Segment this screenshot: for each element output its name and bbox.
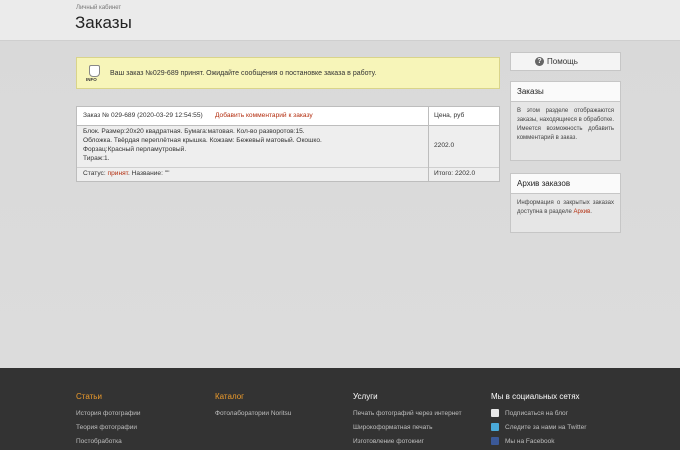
info-icon: INFO (86, 65, 102, 85)
notice-text: Ваш заказ №029-689 принят. Ожидайте сооб… (110, 70, 377, 77)
help-icon: ? (535, 57, 544, 67)
footer-heading: Каталог (215, 392, 245, 401)
add-comment-link[interactable]: Добавить комментарий к заказу (215, 112, 313, 119)
footer-heading: Услуги (353, 392, 378, 401)
archive-box-title: Архив заказов (511, 174, 620, 194)
footer-articles: Статьи История фотографии Теория фотогра… (76, 392, 141, 449)
order-status: Статус: принят. Название: "" (83, 170, 170, 177)
column-divider (428, 107, 429, 181)
footer-link[interactable]: Теория фотографии (76, 421, 141, 435)
help-label: Помощь (547, 57, 578, 66)
footer-heading: Статьи (76, 392, 102, 401)
page-title: Заказы (75, 13, 132, 32)
info-notice: INFO Ваш заказ №029-689 принят. Ожидайте… (76, 57, 500, 89)
footer-link-twitter[interactable]: Следите за нами на Twitter (491, 421, 586, 435)
archive-box-text: Информация о закрытых заказах доступна в… (517, 200, 614, 215)
help-button[interactable]: ? Помощь (510, 52, 621, 71)
detail-line: Тираж:1. (83, 155, 110, 162)
order-header-row: Заказ № 029-689 (2020-03-29 12:54:55) До… (77, 107, 499, 126)
footer-link-blog[interactable]: Подписаться на блог (491, 407, 586, 421)
orders-box-text: В этом разделе отображаются заказы, нахо… (517, 108, 614, 141)
archive-info-box: Архив заказов Информация о закрытых зака… (510, 173, 621, 233)
facebook-icon (491, 437, 499, 446)
twitter-icon (491, 423, 499, 432)
footer-link[interactable]: Печать фотографий через интернет (353, 407, 462, 421)
footer-link-facebook[interactable]: Мы на Facebook (491, 435, 586, 449)
order-table: Заказ № 029-689 (2020-03-29 12:54:55) До… (76, 106, 500, 182)
page-header: Личный кабинет Заказы (0, 0, 680, 41)
footer-link[interactable]: История фотографии (76, 407, 141, 421)
order-title: Заказ № 029-689 (2020-03-29 12:54:55) (83, 112, 203, 119)
footer-link[interactable]: Широкоформатная печать (353, 421, 462, 435)
orders-info-box: Заказы В этом разделе отображаются заказ… (510, 81, 621, 161)
blog-icon (491, 409, 499, 418)
price-header: Цена, руб (434, 112, 465, 119)
detail-line: Форзац:Красный перламутровый. (83, 146, 187, 153)
archive-link[interactable]: Архив (573, 209, 590, 215)
status-value: принят (107, 170, 128, 177)
detail-line: Блок. Размер:20х20 квадратная. Бумага:ма… (83, 128, 305, 135)
orders-box-title: Заказы (511, 82, 620, 102)
footer-social: Мы в социальных сетях Подписаться на бло… (491, 392, 586, 449)
footer-catalog: Каталог Фотолаборатории Noritsu (215, 392, 291, 421)
order-total: Итого: 2202.0 (434, 170, 476, 177)
footer-heading: Мы в социальных сетях (491, 392, 580, 401)
footer-link[interactable]: Постобработка (76, 435, 141, 449)
footer-link[interactable]: Изготовление фотокниг (353, 435, 462, 449)
order-price: 2202.0 (434, 142, 455, 149)
footer-services: Услуги Печать фотографий через интернет … (353, 392, 462, 449)
order-status-row: Статус: принят. Название: "" Итого: 2202… (77, 167, 499, 181)
order-details-row: Блок. Размер:20х20 квадратная. Бумага:ма… (77, 125, 499, 168)
breadcrumb[interactable]: Личный кабинет (76, 5, 121, 11)
site-footer: Статьи История фотографии Теория фотогра… (0, 368, 680, 450)
detail-line: Обложка. Твёрдая переплётная крышка. Кож… (83, 137, 322, 144)
footer-link[interactable]: Фотолаборатории Noritsu (215, 407, 291, 421)
